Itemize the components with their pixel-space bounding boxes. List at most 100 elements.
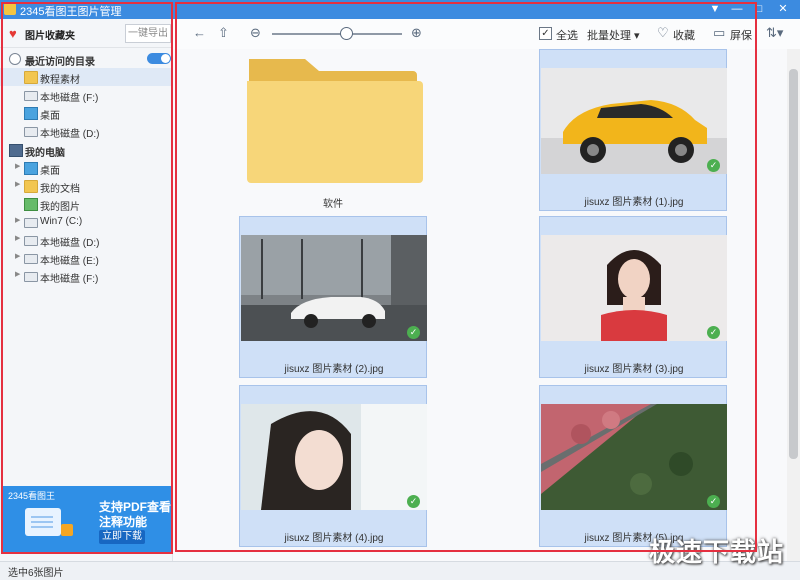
item-name: jisuxz 图片素材 (2).jpg xyxy=(284,364,384,375)
expand-arrow-icon[interactable]: ▶ xyxy=(15,234,20,242)
batch-process-button[interactable]: 批量处理 ▾ xyxy=(587,27,640,43)
recent-item-0[interactable]: 教程素材 xyxy=(0,68,172,86)
thumbnail-image xyxy=(541,235,727,341)
drive-icon xyxy=(24,127,38,137)
recent-item-2[interactable]: 桌面 xyxy=(0,104,172,122)
heart-outline-icon[interactable]: ♡ xyxy=(657,26,669,40)
favorites-label: 图片收藏夹 xyxy=(25,31,75,42)
computer-item-label: Win7 (C:) xyxy=(40,216,83,227)
expand-arrow-icon[interactable]: ▶ xyxy=(15,180,20,188)
toolbar: ← ⇧ ⊖ ⊕ ✓ 全选 批量处理 ▾ ♡ 收藏 ▭ 屏保 ⇅▾ xyxy=(173,19,800,50)
select-all-checkbox[interactable]: ✓ xyxy=(539,27,552,40)
folder-item[interactable]: 软件 xyxy=(239,49,427,211)
title-bar: 2345看图王图片管理 ▼ — □ ✕ xyxy=(0,0,800,19)
thumbnail-image xyxy=(541,404,727,510)
my-computer-header[interactable]: 我的电脑 xyxy=(0,141,172,159)
check-icon[interactable]: ✓ xyxy=(707,326,720,339)
close-button[interactable]: ✕ xyxy=(774,1,792,18)
drive-icon xyxy=(24,254,38,264)
recent-dirs-label: 最近访问的目录 xyxy=(25,57,95,68)
computer-item-0[interactable]: ▶ 桌面 xyxy=(0,159,172,177)
pictures-icon xyxy=(24,198,38,211)
computer-item-2[interactable]: 我的图片 xyxy=(0,195,172,213)
thumbnail-image xyxy=(541,68,727,174)
recent-item-label: 本地磁盘 (D:) xyxy=(40,129,100,140)
expand-arrow-icon[interactable]: ▶ xyxy=(15,270,20,278)
sidebar: ♥ 图片收藏夹 一键导出 最近访问的目录 教程素材 本地磁盘 (F:) 桌面 本… xyxy=(0,19,173,561)
divider xyxy=(0,47,172,48)
recent-item-1[interactable]: 本地磁盘 (F:) xyxy=(0,86,172,104)
computer-item-label: 我的文档 xyxy=(40,184,80,195)
batch-process-label: 批量处理 xyxy=(587,30,631,42)
image-item[interactable]: ✓ jisuxz 图片素材 (3).jpg xyxy=(539,216,727,378)
status-text: 选中6张图片 xyxy=(8,568,64,579)
ad-subline: 注释功能 xyxy=(99,515,148,529)
expand-arrow-icon[interactable]: ▶ xyxy=(15,216,20,224)
drive-icon xyxy=(24,272,38,282)
check-icon[interactable]: ✓ xyxy=(407,326,420,339)
scrollbar-thumb[interactable] xyxy=(789,69,798,459)
my-computer-label: 我的电脑 xyxy=(25,148,65,159)
computer-item-3[interactable]: ▶ Win7 (C:) xyxy=(0,213,172,231)
dropdown-menu-icon[interactable]: ▼ xyxy=(706,1,724,18)
thumbnail-grid: 软件 ✓ jisuxz 图片素材 (1).jpg ✓ jisuxz 图片素材 (… xyxy=(173,49,787,561)
export-button[interactable]: 一键导出 xyxy=(125,24,171,43)
check-icon[interactable]: ✓ xyxy=(707,159,720,172)
drive-icon xyxy=(24,236,38,246)
folder-icon xyxy=(247,59,423,183)
item-name: jisuxz 图片素材 (4).jpg xyxy=(284,533,384,544)
favorite-button[interactable]: 收藏 xyxy=(673,27,695,43)
recent-item-label: 桌面 xyxy=(40,111,60,122)
computer-item-1[interactable]: ▶ 我的文档 xyxy=(0,177,172,195)
ad-brand: 2345看图王 xyxy=(8,491,56,501)
vertical-scrollbar[interactable] xyxy=(787,49,800,561)
computer-item-4[interactable]: ▶ 本地磁盘 (D:) xyxy=(0,231,172,249)
check-icon[interactable]: ✓ xyxy=(407,495,420,508)
zoom-slider-knob[interactable] xyxy=(340,27,353,40)
folder-icon xyxy=(24,71,38,84)
computer-item-label: 本地磁盘 (F:) xyxy=(40,274,99,285)
recent-toggle[interactable] xyxy=(147,53,171,64)
zoom-slider-track[interactable] xyxy=(272,33,402,35)
select-all-label[interactable]: 全选 xyxy=(556,27,578,43)
image-item[interactable]: ✓ jisuxz 图片素材 (2).jpg xyxy=(239,216,427,378)
computer-item-5[interactable]: ▶ 本地磁盘 (E:) xyxy=(0,249,172,267)
heart-icon: ♥ xyxy=(9,26,17,41)
thumbnail-image xyxy=(241,404,427,510)
expand-arrow-icon[interactable]: ▶ xyxy=(15,252,20,260)
monitor-icon[interactable]: ▭ xyxy=(713,26,725,40)
ad-banner[interactable]: 2345看图王 支持PDF查看 注释功能 立即下载 xyxy=(3,486,173,552)
sort-icon[interactable]: ⇅▾ xyxy=(766,26,783,40)
computer-item-6[interactable]: ▶ 本地磁盘 (F:) xyxy=(0,267,172,285)
thumbnail-image xyxy=(241,235,427,341)
image-item[interactable]: ✓ jisuxz 图片素材 (1).jpg xyxy=(539,49,727,211)
recent-item-3[interactable]: 本地磁盘 (D:) xyxy=(0,122,172,140)
folder-icon xyxy=(24,180,38,193)
back-arrow-icon[interactable]: ← xyxy=(193,26,206,40)
recent-dirs-header[interactable]: 最近访问的目录 xyxy=(0,50,172,68)
watermark: 极速下载站 xyxy=(648,537,784,567)
zoom-in-icon[interactable]: ⊕ xyxy=(411,26,422,40)
computer-item-label: 我的图片 xyxy=(40,202,80,213)
minimize-button[interactable]: — xyxy=(728,1,746,18)
clock-icon xyxy=(9,53,21,65)
zoom-out-icon[interactable]: ⊖ xyxy=(250,26,261,40)
ad-download-button[interactable]: 立即下载 xyxy=(99,530,145,544)
drive-icon xyxy=(24,91,38,101)
favorites-row[interactable]: ♥ 图片收藏夹 一键导出 xyxy=(0,19,172,47)
check-icon[interactable]: ✓ xyxy=(707,495,720,508)
maximize-button[interactable]: □ xyxy=(750,1,768,18)
expand-arrow-icon[interactable]: ▶ xyxy=(15,162,20,170)
item-name: jisuxz 图片素材 (3).jpg xyxy=(584,364,684,375)
computer-item-label: 本地磁盘 (E:) xyxy=(40,256,99,267)
pdf-badge-icon xyxy=(61,524,73,536)
desktop-icon xyxy=(24,107,38,120)
recent-item-label: 教程素材 xyxy=(40,75,80,86)
drive-icon xyxy=(24,218,38,228)
window-title: 2345看图王图片管理 xyxy=(20,6,122,18)
status-bar: 选中6张图片 极速下载站 xyxy=(0,537,800,580)
image-item[interactable]: ✓ jisuxz 图片素材 (5).jpg xyxy=(539,385,727,547)
image-item[interactable]: ✓ jisuxz 图片素材 (4).jpg xyxy=(239,385,427,547)
screensaver-button[interactable]: 屏保 xyxy=(730,27,752,43)
up-folder-icon[interactable]: ⇧ xyxy=(218,26,229,40)
